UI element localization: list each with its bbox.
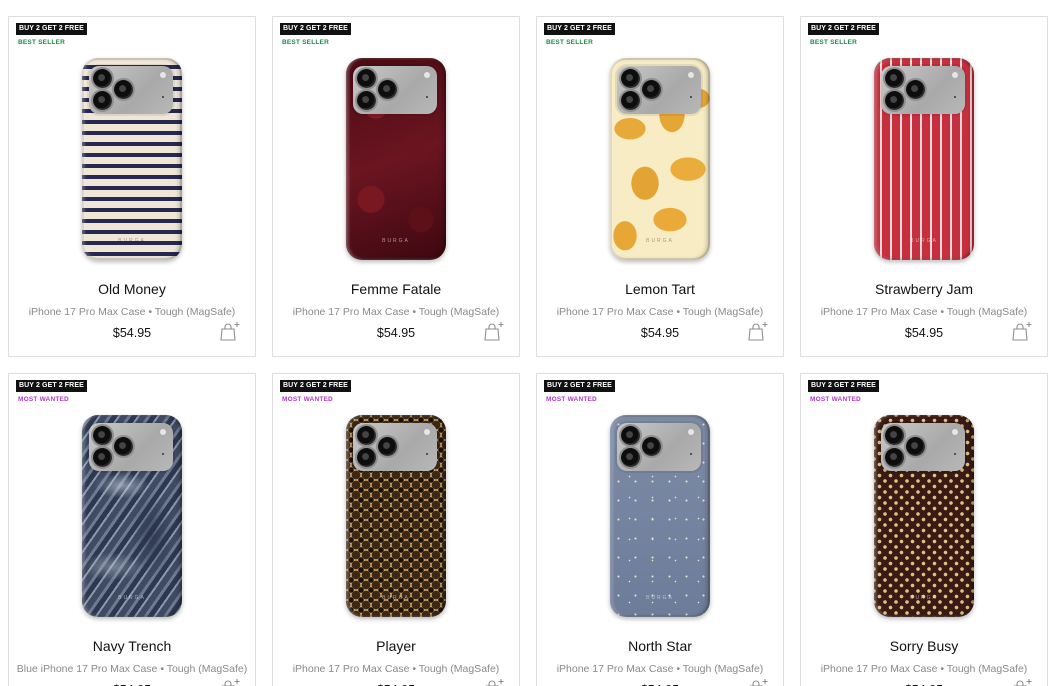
product-card[interactable]: BUY 2 GET 2 FREE BEST SELLER BURGA Femme… [272, 16, 520, 357]
product-subtitle: iPhone 17 Pro Max Case • Tough (MagSafe) [292, 306, 500, 318]
product-subtitle: iPhone 17 Pro Max Case • Tough (MagSafe) [556, 663, 764, 675]
product-card[interactable]: BUY 2 GET 2 FREE BEST SELLER BURGA Old M… [8, 16, 256, 357]
add-to-cart-icon[interactable] [483, 678, 505, 686]
product-image[interactable]: BURGA [82, 415, 182, 617]
product-image[interactable]: BURGA [346, 415, 446, 617]
product-image[interactable]: BURGA [874, 58, 974, 260]
status-badge: BEST SELLER [546, 39, 593, 46]
promo-badge: BUY 2 GET 2 FREE [280, 380, 351, 392]
product-title[interactable]: Sorry Busy [801, 638, 1047, 654]
product-subtitle: Blue iPhone 17 Pro Max Case • Tough (Mag… [16, 663, 248, 675]
product-title[interactable]: Player [273, 638, 519, 654]
add-to-cart-icon[interactable] [1011, 678, 1033, 686]
product-image[interactable]: BURGA [346, 58, 446, 260]
product-card[interactable]: BUY 2 GET 2 FREE MOST WANTED BURGA North… [536, 373, 784, 686]
product-subtitle: iPhone 17 Pro Max Case • Tough (MagSafe) [820, 663, 1028, 675]
add-to-cart-icon[interactable] [483, 321, 505, 341]
product-card[interactable]: BUY 2 GET 2 FREE MOST WANTED BURGA Sorry… [800, 373, 1048, 686]
product-title[interactable]: Femme Fatale [273, 281, 519, 297]
product-image[interactable]: BURGA [610, 58, 710, 260]
status-badge: MOST WANTED [18, 396, 69, 403]
product-title[interactable]: Lemon Tart [537, 281, 783, 297]
promo-badge: BUY 2 GET 2 FREE [16, 23, 87, 35]
product-card[interactable]: BUY 2 GET 2 FREE MOST WANTED BURGA Navy … [8, 373, 256, 686]
product-card[interactable]: BUY 2 GET 2 FREE BEST SELLER BURGA Lemon… [536, 16, 784, 357]
add-to-cart-icon[interactable] [747, 321, 769, 341]
add-to-cart-icon[interactable] [219, 678, 241, 686]
promo-badge: BUY 2 GET 2 FREE [544, 380, 615, 392]
promo-badge: BUY 2 GET 2 FREE [808, 380, 879, 392]
add-to-cart-icon[interactable] [747, 678, 769, 686]
status-badge: MOST WANTED [810, 396, 861, 403]
product-title[interactable]: North Star [537, 638, 783, 654]
product-title[interactable]: Navy Trench [9, 638, 255, 654]
status-badge: BEST SELLER [18, 39, 65, 46]
status-badge: BEST SELLER [810, 39, 857, 46]
promo-badge: BUY 2 GET 2 FREE [280, 23, 351, 35]
product-card[interactable]: BUY 2 GET 2 FREE BEST SELLER BURGA Straw… [800, 16, 1048, 357]
add-to-cart-icon[interactable] [1011, 321, 1033, 341]
product-image[interactable]: BURGA [610, 415, 710, 617]
status-badge: MOST WANTED [282, 396, 333, 403]
product-title[interactable]: Old Money [9, 281, 255, 297]
product-title[interactable]: Strawberry Jam [801, 281, 1047, 297]
product-subtitle: iPhone 17 Pro Max Case • Tough (MagSafe) [820, 306, 1028, 318]
promo-badge: BUY 2 GET 2 FREE [16, 380, 87, 392]
product-subtitle: iPhone 17 Pro Max Case • Tough (MagSafe) [556, 306, 764, 318]
status-badge: MOST WANTED [546, 396, 597, 403]
promo-badge: BUY 2 GET 2 FREE [808, 23, 879, 35]
product-card[interactable]: BUY 2 GET 2 FREE MOST WANTED BURGA Playe… [272, 373, 520, 686]
product-image[interactable]: BURGA [82, 58, 182, 260]
product-subtitle: iPhone 17 Pro Max Case • Tough (MagSafe) [28, 306, 236, 318]
add-to-cart-icon[interactable] [219, 321, 241, 341]
product-image[interactable]: BURGA [874, 415, 974, 617]
product-subtitle: iPhone 17 Pro Max Case • Tough (MagSafe) [292, 663, 500, 675]
status-badge: BEST SELLER [282, 39, 329, 46]
promo-badge: BUY 2 GET 2 FREE [544, 23, 615, 35]
